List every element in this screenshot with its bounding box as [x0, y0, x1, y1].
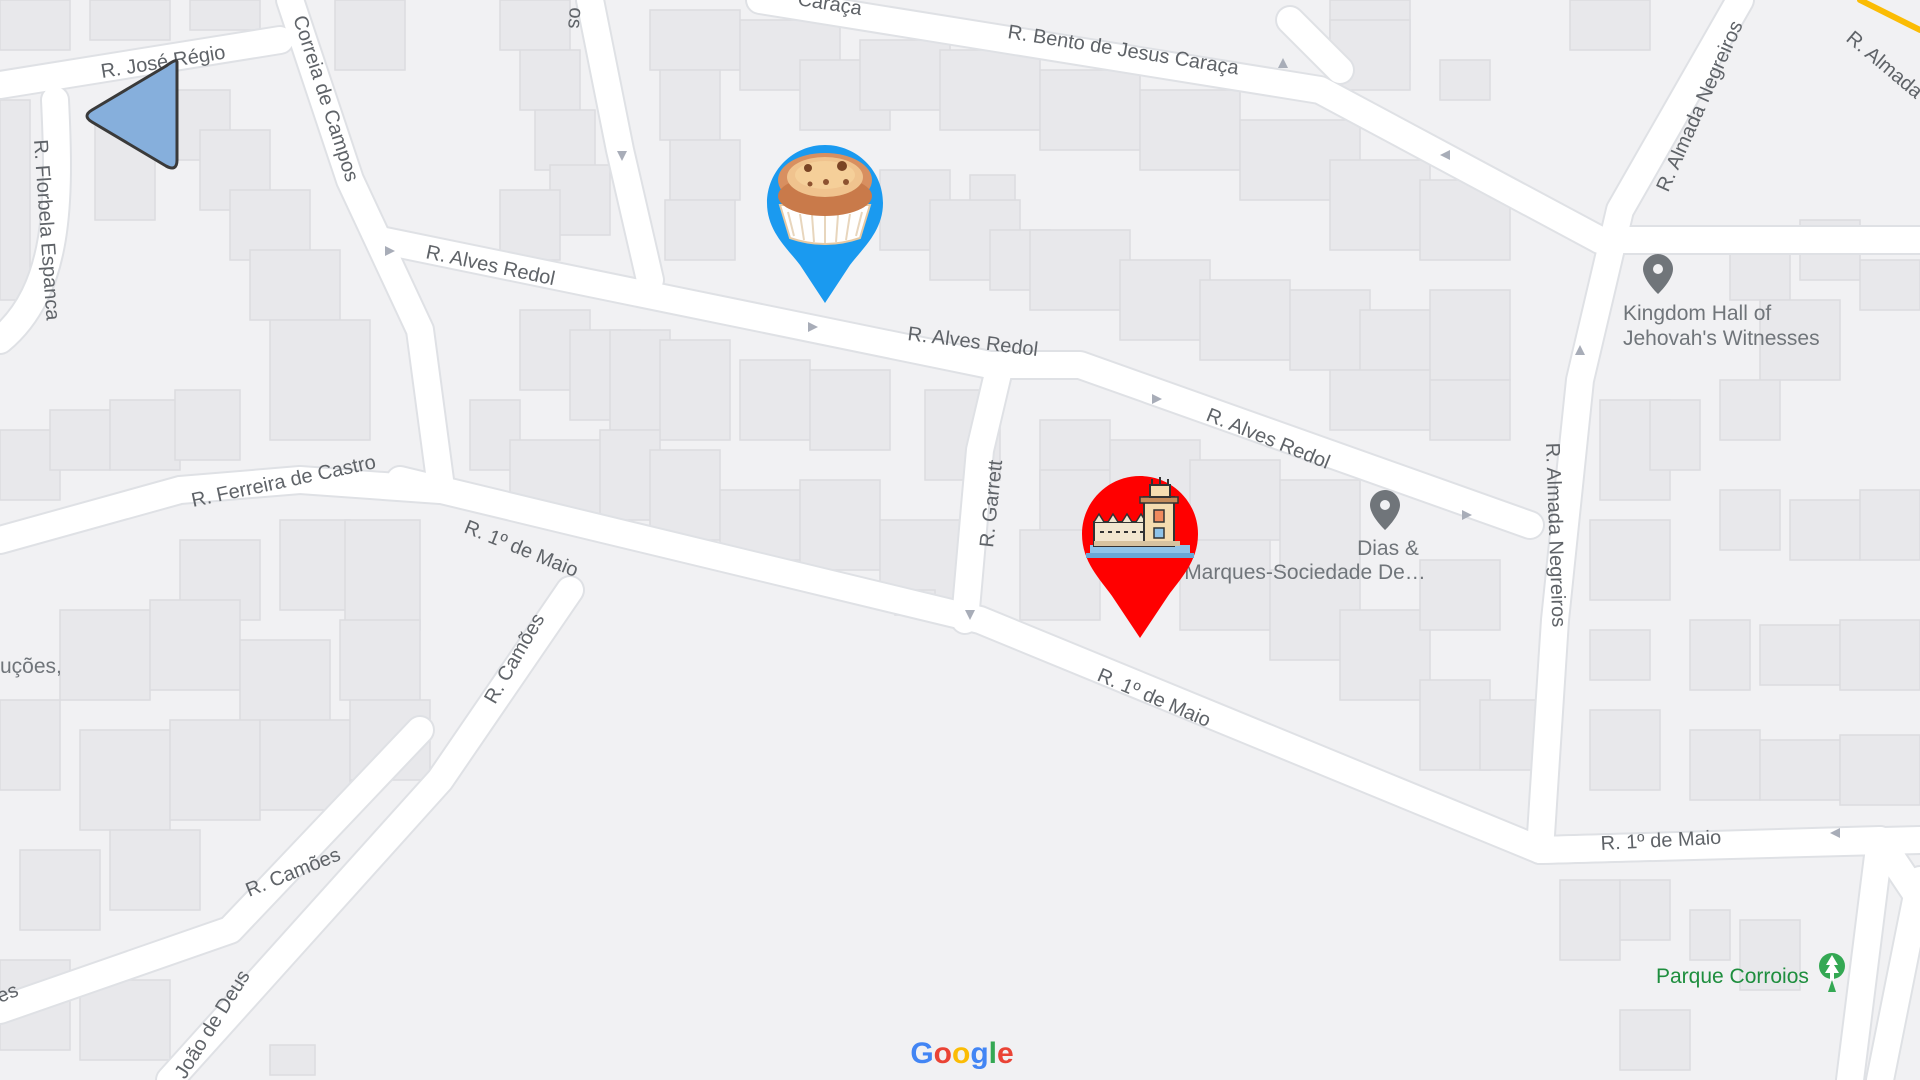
google-logo-letter: g: [970, 1037, 988, 1070]
svg-text:Google: Google: [910, 1037, 1013, 1070]
pastel-de-nata-icon: [778, 153, 872, 245]
google-logo-letter: G: [910, 1037, 933, 1070]
google-logo-letter: o: [952, 1037, 970, 1070]
map-layer: R. José Régio Correia de Campos R. Florb…: [0, 0, 1920, 1080]
google-logo: Google: [910, 1037, 1013, 1070]
poi-label-line1: Kingdom Hall of: [1623, 302, 1771, 325]
poi-label-line2: Marques-Sociedade De…: [1184, 561, 1426, 584]
poi-label-left-fragment: uções,: [0, 655, 62, 678]
street-label-os-fragment: os: [563, 7, 587, 30]
poi-label-line2: Jehovah's Witnesses: [1623, 327, 1820, 350]
google-logo-letter: e: [997, 1037, 1014, 1070]
map-canvas[interactable]: R. José Régio Correia de Campos R. Florb…: [0, 0, 1920, 1080]
park-label: Parque Corroios: [1656, 965, 1809, 988]
poi-label-line1: Dias &: [1357, 537, 1419, 560]
google-logo-letter: o: [934, 1037, 952, 1070]
google-logo-letter: l: [989, 1037, 997, 1070]
